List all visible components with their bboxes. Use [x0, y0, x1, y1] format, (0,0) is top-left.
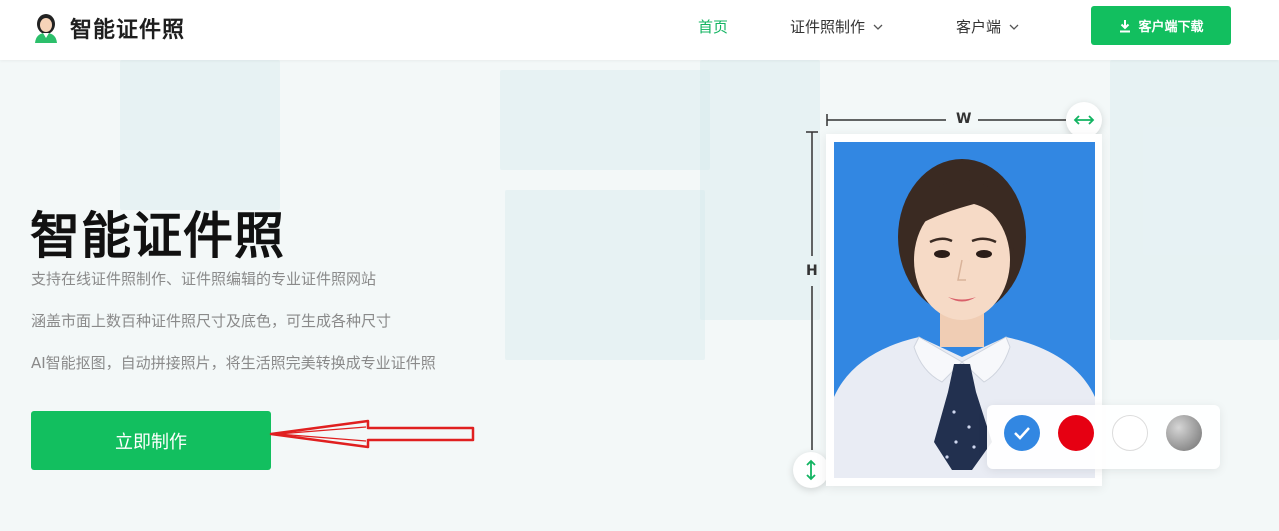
color-swatch-white[interactable]	[1112, 415, 1148, 451]
vertical-arrows-icon	[806, 459, 816, 481]
nav-id-photo-label: 证件照制作	[790, 18, 866, 36]
background-decoration	[505, 190, 705, 360]
chevron-down-icon	[1009, 24, 1019, 30]
nav-client[interactable]: 客户端	[956, 16, 1019, 37]
color-swatch-red[interactable]	[1058, 415, 1094, 451]
resize-height-handle[interactable]	[793, 452, 829, 488]
nav-id-photo-making[interactable]: 证件照制作	[790, 16, 883, 37]
height-label: H	[806, 263, 818, 279]
background-decoration	[1110, 60, 1279, 340]
hero-description-line: 支持在线证件照制作、证件照编辑的专业证件照网站	[31, 270, 377, 288]
hero-description-line: AI智能抠图，自动拼接照片，将生活照完美转换成专业证件照	[31, 354, 436, 372]
download-icon	[1120, 19, 1131, 32]
start-making-label: 立即制作	[115, 431, 187, 453]
nav-home[interactable]: 首页	[698, 16, 728, 37]
nav-client-label: 客户端	[956, 18, 1002, 36]
logo[interactable]: 智能证件照	[32, 12, 185, 44]
person-avatar-icon	[35, 14, 57, 43]
top-navbar: 智能证件照 首页 证件照制作 客户端 客户端下载	[0, 0, 1279, 60]
nav-home-label: 首页	[698, 18, 729, 36]
background-decoration	[120, 60, 280, 210]
width-label: W	[956, 111, 972, 127]
checkmark-icon	[1014, 427, 1030, 440]
client-download-button[interactable]: 客户端下载	[1091, 6, 1231, 45]
horizontal-arrows-icon	[1073, 115, 1095, 125]
start-making-button[interactable]: 立即制作	[31, 411, 271, 470]
color-swatch-blue[interactable]	[1004, 415, 1040, 451]
resize-width-handle[interactable]	[1066, 102, 1102, 138]
width-dimension-line	[826, 114, 1066, 126]
red-arrow-annotation	[269, 419, 475, 449]
chevron-down-icon	[873, 24, 883, 30]
color-swatch-gray[interactable]	[1166, 415, 1202, 451]
logo-text: 智能证件照	[70, 18, 186, 43]
hero-title: 智能证件照	[30, 207, 285, 265]
hero-description-line: 涵盖市面上数百种证件照尺寸及底色，可生成各种尺寸	[31, 312, 392, 330]
height-dimension-line	[806, 131, 818, 450]
background-decoration	[500, 70, 710, 170]
download-button-label: 客户端下载	[1138, 20, 1204, 35]
